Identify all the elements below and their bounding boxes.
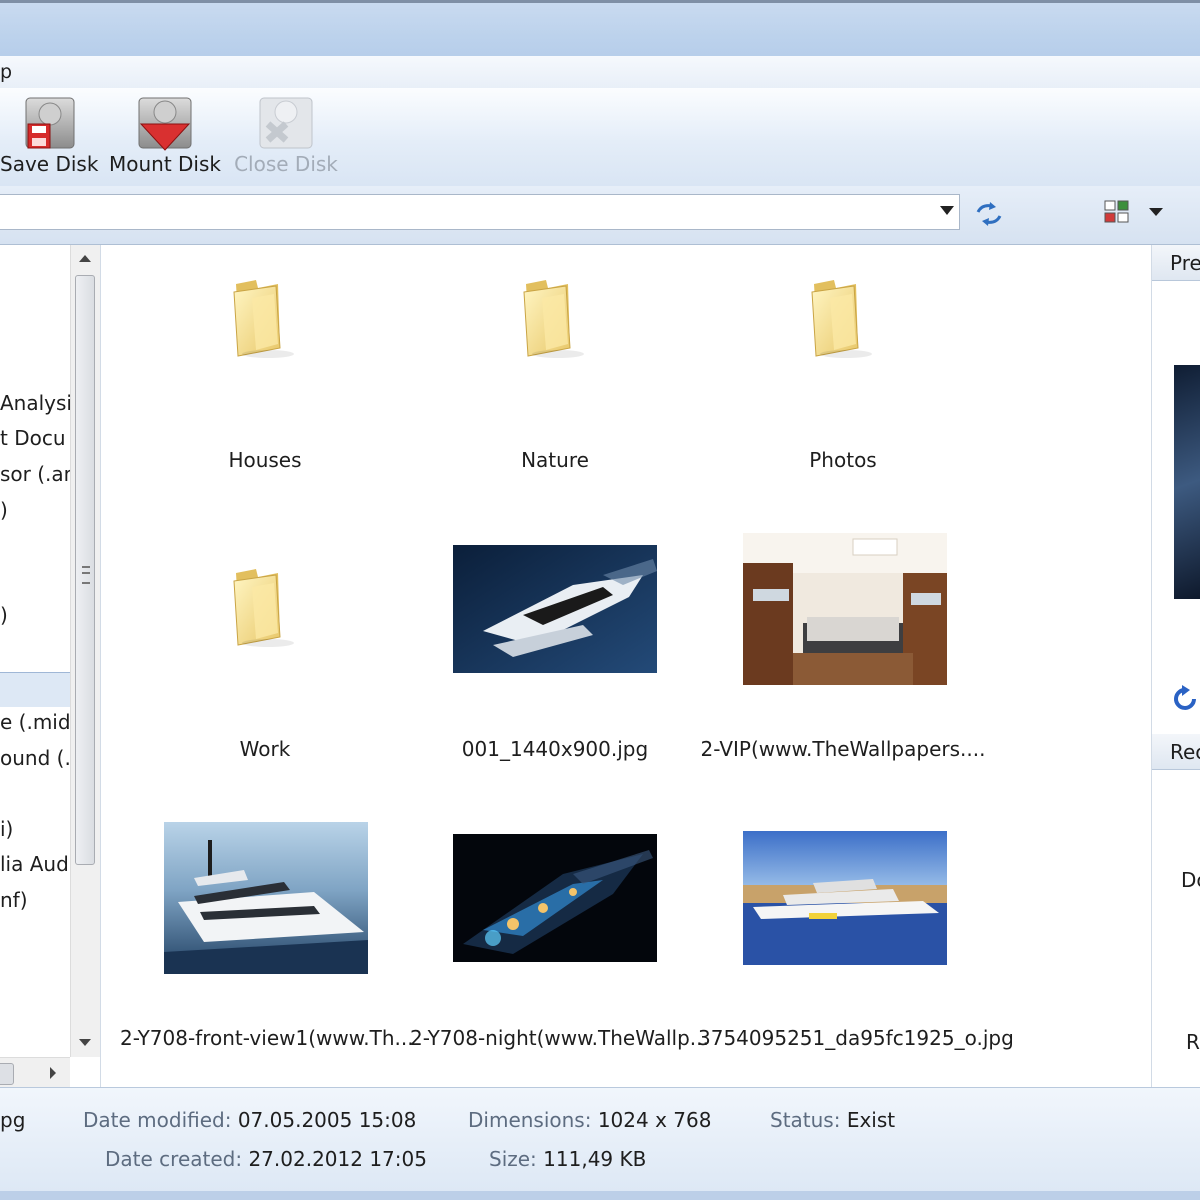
file-name: 2-Y708-front-view1(www.Th...: [120, 1026, 414, 1050]
status-label: Status:: [770, 1108, 841, 1132]
status-bar: pg Date modified: 07.05.2005 15:08 Date …: [0, 1087, 1200, 1192]
scroll-right-icon[interactable]: [50, 1067, 56, 1079]
tree-selected-row[interactable]: [0, 672, 70, 707]
tree-item[interactable]: ): [0, 603, 8, 627]
file-tile-photos[interactable]: Photos: [698, 260, 988, 550]
file-tile-image[interactable]: 3754095251_da95fc1925_o.jpg: [698, 831, 1014, 1128]
close-disk-button[interactable]: Close Disk: [232, 88, 340, 186]
size-label: Size:: [489, 1147, 537, 1171]
date-created-value: 27.02.2012 17:05: [248, 1147, 427, 1171]
tree-item[interactable]: t Docu: [0, 426, 66, 450]
window-bottom-edge: [0, 1191, 1200, 1200]
preview-image: [1174, 365, 1200, 599]
file-name: Work: [239, 737, 291, 761]
tree-item[interactable]: ): [0, 498, 8, 522]
recent-item[interactable]: Dc: [1181, 868, 1200, 892]
view-mode-icon[interactable]: [1102, 198, 1132, 226]
image-thumbnail: [453, 834, 657, 962]
tree-item[interactable]: ound (.: [0, 746, 71, 770]
title-bar: [0, 0, 1200, 59]
file-tile-houses[interactable]: Houses: [120, 260, 410, 550]
file-name: 2-Y708-night(www.TheWallp...: [410, 1026, 709, 1050]
rotate-icon[interactable]: [1172, 685, 1200, 713]
tree-item[interactable]: nf): [0, 888, 28, 912]
size: Size: 111,49 KB: [489, 1147, 646, 1171]
dimensions: Dimensions: 1024 x 768: [468, 1108, 711, 1132]
size-value: 111,49 KB: [543, 1147, 647, 1171]
tree-item[interactable]: i): [0, 817, 13, 841]
address-input[interactable]: [0, 194, 960, 230]
tree-horizontal-scrollbar[interactable]: [0, 1057, 70, 1087]
status-value: Exist: [846, 1108, 896, 1132]
image-thumbnail: [743, 831, 947, 965]
address-dropdown-icon[interactable]: [940, 206, 954, 215]
folder-tree: Analysi t Docu sor (.an ) ) e (.mid) oun…: [0, 245, 101, 1087]
folder-icon: [518, 278, 588, 358]
image-thumbnail: [743, 533, 947, 685]
file-tile-nature[interactable]: Nature: [410, 260, 700, 550]
dimensions-label: Dimensions:: [468, 1108, 592, 1132]
refresh-icon[interactable]: [974, 200, 1004, 228]
date-modified-value: 07.05.2005 15:08: [237, 1108, 417, 1132]
disk-save-icon: [25, 97, 75, 149]
disk-mount-icon: [138, 97, 192, 151]
folder-icon: [228, 278, 298, 358]
recent-item[interactable]: Re: [1186, 1030, 1200, 1054]
hscroll-thumb[interactable]: [0, 1063, 14, 1085]
scroll-up-icon[interactable]: [79, 255, 91, 262]
disk-close-icon: [259, 97, 313, 149]
save-disk-button[interactable]: Save Disk: [0, 88, 99, 186]
preview-pane: Pre Rec Dc Re: [1151, 245, 1200, 1087]
file-view: Houses Nature Photos Work 001_1440x900.j…: [101, 245, 1151, 1087]
tree-item[interactable]: sor (.an: [0, 462, 76, 486]
view-mode-dropdown-icon[interactable]: [1149, 208, 1163, 216]
file-name: 3754095251_da95fc1925_o.jpg: [698, 1026, 1014, 1050]
mount-disk-label: Mount Disk: [108, 152, 221, 176]
recent-header: Rec: [1152, 734, 1200, 770]
scroll-thumb[interactable]: [75, 275, 95, 865]
folder-icon: [806, 278, 876, 358]
file-name: Nature: [521, 448, 589, 472]
image-thumbnail: [164, 822, 368, 974]
tree-item[interactable]: e (.mid): [0, 710, 78, 734]
dimensions-value: 1024 x 768: [597, 1108, 712, 1132]
file-tile-image[interactable]: 2-Y708-night(www.TheWallp...: [410, 834, 709, 1128]
file-tile-image[interactable]: 2-Y708-front-view1(www.Th...: [120, 822, 414, 1128]
save-disk-label: Save Disk: [0, 152, 99, 176]
file-tile-image[interactable]: 001_1440x900.jpg: [410, 545, 700, 839]
file-tile-image[interactable]: 2-VIP(www.TheWallpapers....: [698, 533, 988, 839]
image-thumbnail: [453, 545, 657, 673]
scroll-down-icon[interactable]: [79, 1039, 91, 1046]
date-modified: Date modified: 07.05.2005 15:08: [83, 1108, 416, 1132]
file-tile-work[interactable]: Work: [120, 549, 410, 839]
date-modified-label: Date modified:: [83, 1108, 232, 1132]
tree-item[interactable]: Analysi: [0, 391, 72, 415]
status-filename: pg: [0, 1108, 26, 1132]
menu-bar: p: [0, 56, 1200, 89]
preview-header: Pre: [1152, 245, 1200, 281]
file-name: 001_1440x900.jpg: [461, 737, 649, 761]
file-name: Photos: [809, 448, 877, 472]
file-status: Status: Exist: [770, 1108, 895, 1132]
mount-disk-button[interactable]: Mount Disk: [104, 88, 226, 186]
tree-vertical-scrollbar[interactable]: [70, 245, 100, 1057]
file-name: Houses: [228, 448, 302, 472]
tree-item[interactable]: lia Audi: [0, 852, 74, 876]
address-bar: [0, 186, 1200, 245]
toolbar: Save Disk Mount Disk Close Disk: [0, 88, 1200, 187]
menu-item-help[interactable]: p: [0, 56, 12, 88]
file-name: 2-VIP(www.TheWallpapers....: [700, 737, 986, 761]
close-disk-label: Close Disk: [234, 152, 338, 176]
folder-icon: [228, 567, 298, 647]
date-created-label: Date created:: [105, 1147, 243, 1171]
date-created: Date created: 27.02.2012 17:05: [105, 1147, 427, 1171]
